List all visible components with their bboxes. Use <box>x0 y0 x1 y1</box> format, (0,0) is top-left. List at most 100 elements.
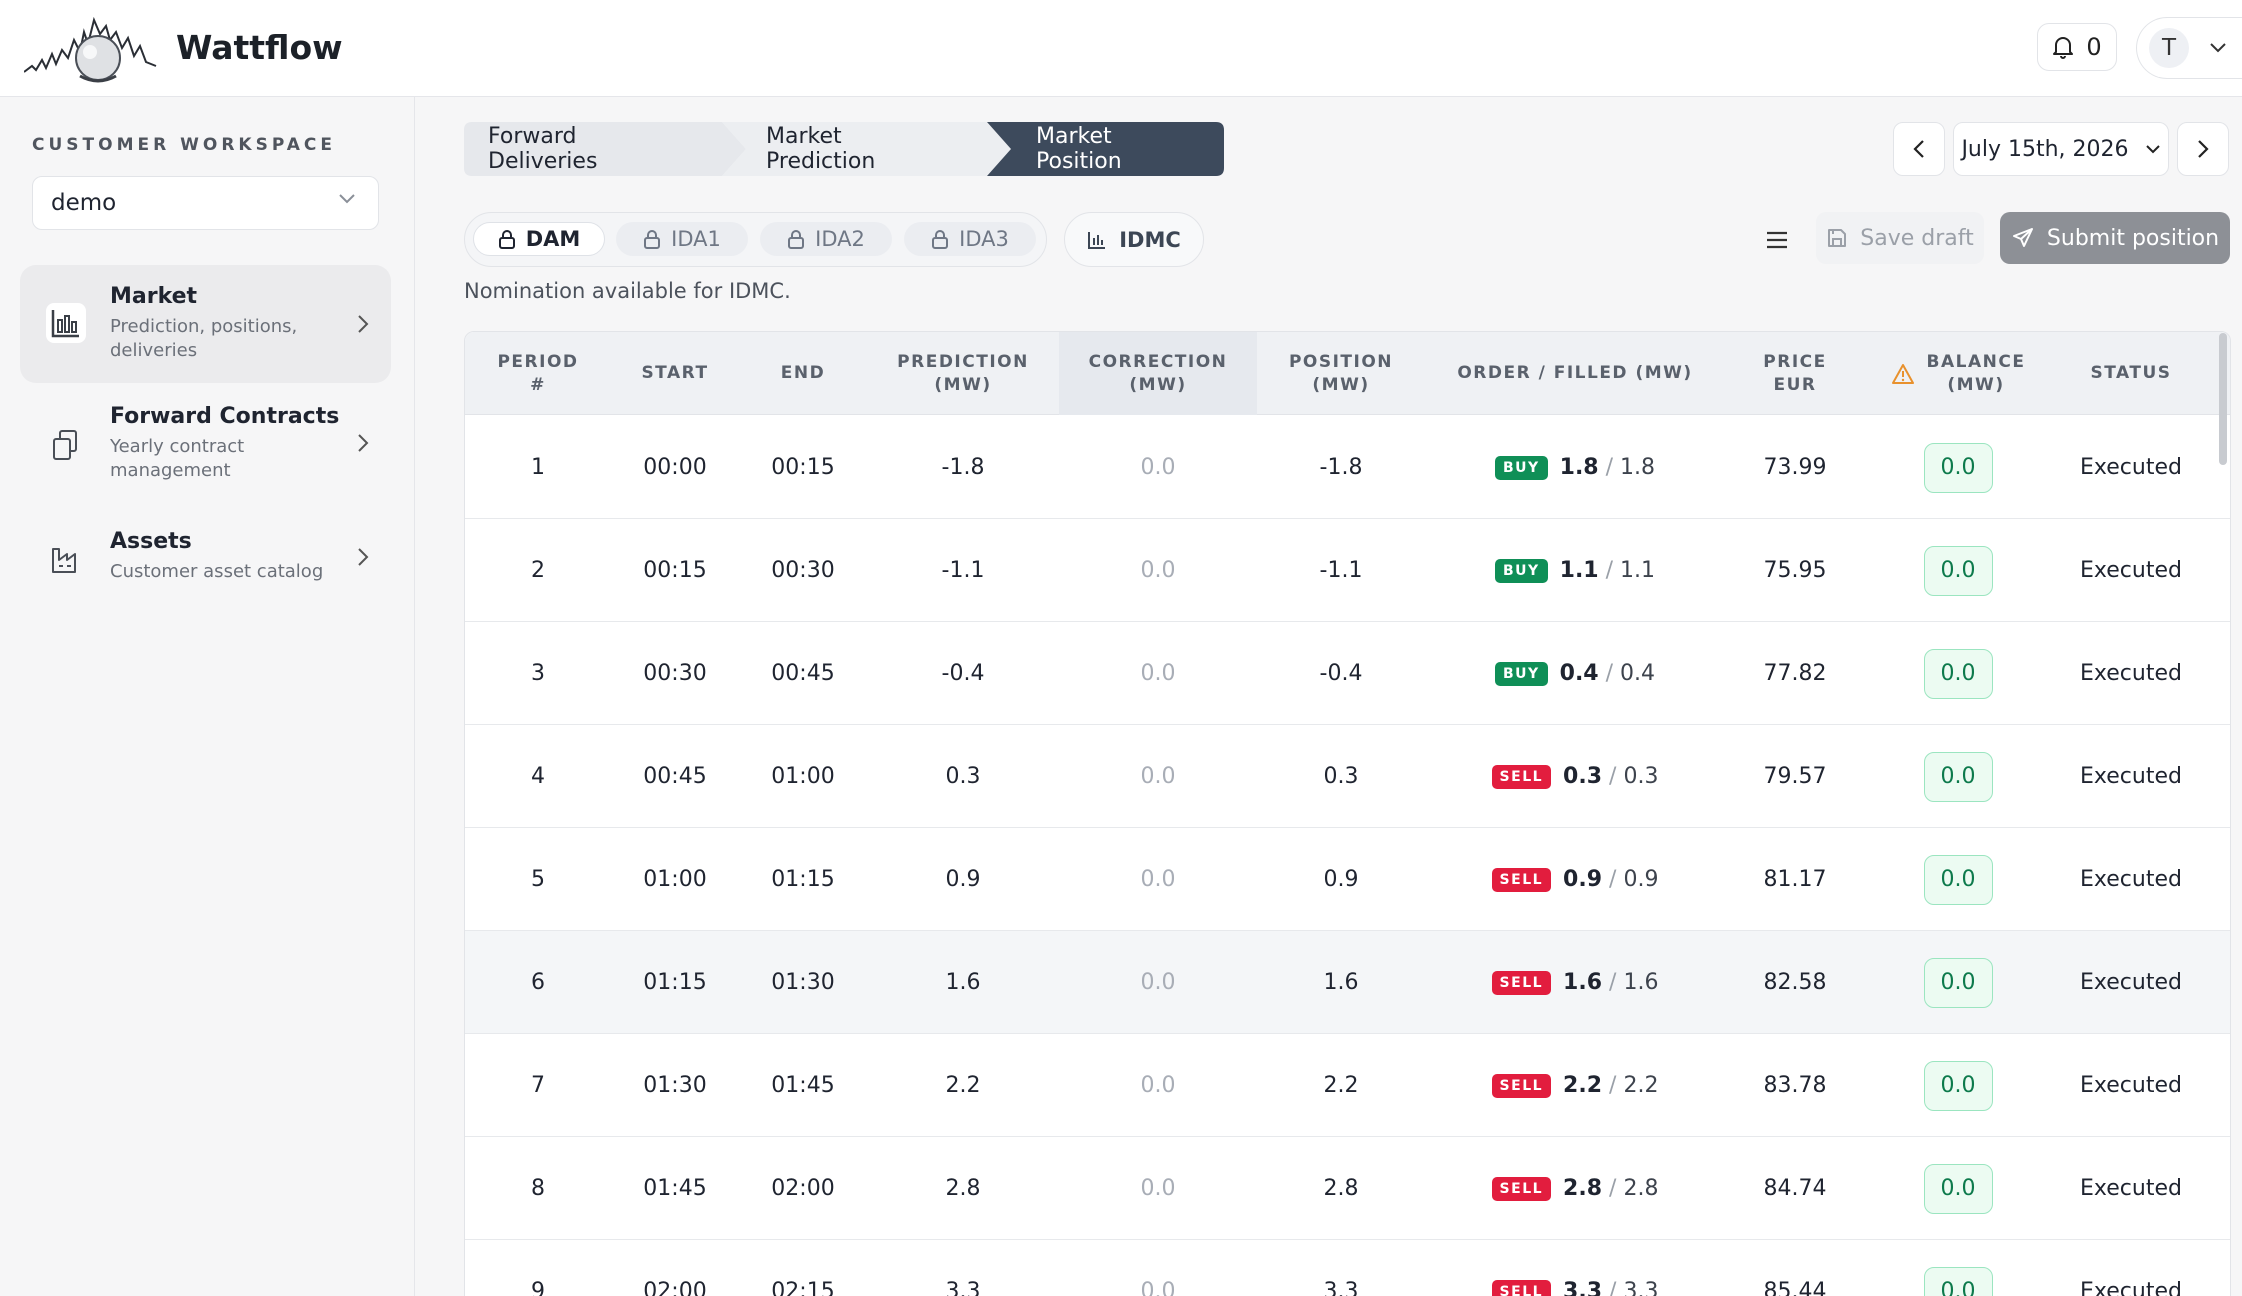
table-cell-prediction: 1.6 <box>945 970 981 995</box>
table-cell-position: 3.3 <box>1323 1279 1359 1296</box>
table-cell-correction: 0.0 <box>1140 1073 1176 1098</box>
breadcrumb-market-position[interactable]: Market Position <box>1036 122 1122 176</box>
table-cell-prediction: 2.8 <box>945 1176 981 1201</box>
sidebar-item-assets[interactable]: Assets Customer asset catalog <box>20 517 391 597</box>
table-scrollbar[interactable] <box>2219 333 2227 465</box>
order-separator: / <box>1605 455 1614 480</box>
lock-icon <box>644 230 661 249</box>
table-cell-position: 1.6 <box>1323 970 1359 995</box>
save-icon <box>1828 229 1847 247</box>
column-header-start[interactable]: START <box>611 332 739 415</box>
lock-icon <box>788 230 805 249</box>
notifications-button[interactable]: 0 <box>2037 23 2117 71</box>
bar-chart-icon <box>1088 231 1106 249</box>
breadcrumb-market-prediction[interactable]: Market Prediction <box>766 122 875 176</box>
filled-quantity: 0.3 <box>1623 764 1659 789</box>
table-cell-balance: 0.0 <box>1865 622 2051 725</box>
table-cell-price: 73.99 <box>1763 455 1827 480</box>
column-header-balance[interactable]: BALANCE (MW) <box>1865 332 2051 415</box>
date-navigator: July 15th, 2026 <box>1893 122 2229 176</box>
column-header-period[interactable]: PERIOD # <box>465 332 611 415</box>
table-cell-period: 5 <box>531 867 545 892</box>
table-cell-balance: 0.0 <box>1865 828 2051 931</box>
table-cell-status: Executed <box>2080 1176 2182 1201</box>
order-quantity: 2.8 <box>1563 1176 1603 1201</box>
date-picker[interactable]: July 15th, 2026 <box>1953 122 2169 176</box>
table-cell-end: 00:30 <box>771 558 835 583</box>
table-cell-price: 82.58 <box>1763 970 1827 995</box>
column-header-end[interactable]: END <box>739 332 867 415</box>
table-row[interactable]: 2 00:15 00:30 -1.1 0.0 -1.1 BUY 1.1/1.1 75.95 0.0… <box>465 519 2230 622</box>
tab-ida2[interactable]: IDA2 <box>760 222 892 256</box>
table-cell-order-filled: SELL 3.3 / 3.3 <box>1425 1240 1725 1296</box>
previous-date-button[interactable] <box>1893 122 1945 176</box>
balance-badge: 0.0 <box>1923 1060 1993 1111</box>
column-header-prediction[interactable]: PREDICTION (MW) <box>867 332 1059 415</box>
workspace-select[interactable]: demo <box>32 176 379 230</box>
order-quantity: 2.2 <box>1563 1073 1603 1098</box>
table-cell-correction: 0.0 <box>1140 970 1176 995</box>
filled-quantity: 1.8 <box>1620 455 1656 480</box>
table-cell-order-filled: SELL 2.2/2.2 <box>1425 1034 1725 1137</box>
table-cell-balance: 0.0 <box>1865 519 2051 622</box>
table-cell-end: 02:00 <box>771 1176 835 1201</box>
column-header-price[interactable]: PRICE EUR <box>1725 332 1865 415</box>
tab-label: IDA3 <box>959 227 1009 251</box>
next-date-button[interactable] <box>2177 122 2229 176</box>
table-row[interactable]: 3 00:30 00:45 -0.4 0.0 -0.4 BUY 0.4/0.4 77.82 0.0… <box>465 622 2230 725</box>
tab-ida3[interactable]: IDA3 <box>904 222 1036 256</box>
table-cell-prediction: 2.2 <box>945 1073 981 1098</box>
table-cell-balance: 0.0 <box>1865 1137 2051 1240</box>
balance-badge: 0.0 <box>1923 1163 1993 1214</box>
table-row[interactable]: 5 01:00 01:15 0.9 0.0 0.9 SELL 0.9/0.9 81.17 0.0 E… <box>465 828 2230 931</box>
table-cell-end: 00:15 <box>771 455 835 480</box>
user-menu-button[interactable]: T <box>2136 17 2242 79</box>
table-row[interactable]: 4 00:45 01:00 0.3 0.0 0.3 SELL 0.3/0.3 79.57 0.0 E… <box>465 725 2230 828</box>
table-row[interactable]: 8 01:45 02:00 2.8 0.0 2.8 SELL 2.8/2.8 84.74 0.0 E… <box>465 1137 2230 1240</box>
table-cell-correction: 0.0 <box>1140 1176 1176 1201</box>
sidebar: CUSTOMER WORKSPACE demo Market Predictio… <box>0 97 415 1296</box>
table-row[interactable]: 1 00:00 00:15 -1.8 0.0 -1.8 BUY 1.8/1.8 73.99 0.0… <box>465 416 2230 519</box>
sidebar-item-forward-contracts[interactable]: Forward Contracts Yearly contract manage… <box>20 393 391 493</box>
menu-icon[interactable] <box>1762 225 1792 255</box>
table-cell-period: 2 <box>531 558 545 583</box>
submit-position-button[interactable]: Submit position <box>2000 212 2230 264</box>
column-header-order-filled[interactable]: ORDER / FILLED (MW) <box>1425 332 1725 415</box>
balance-badge: 0.0 <box>1923 957 1993 1008</box>
filled-quantity: 2.8 <box>1623 1176 1659 1201</box>
table-row[interactable]: 9 02:00 02:15 3.3 0.0 3.3 SELL 3.3 / 3.3 85.44 0.0 E… <box>465 1240 2230 1296</box>
breadcrumb-forward-deliveries[interactable]: Forward Deliveries <box>488 122 597 176</box>
column-header-status[interactable]: STATUS <box>2051 332 2211 415</box>
sidebar-item-label: Assets <box>110 529 192 554</box>
table-cell-start: 00:15 <box>643 558 707 583</box>
table-cell-end: 01:30 <box>771 970 835 995</box>
order-separator: / <box>1605 661 1614 686</box>
table-cell-status: Executed <box>2080 867 2182 892</box>
column-header-correction[interactable]: CORRECTION (MW) <box>1059 332 1257 415</box>
table-row[interactable]: 6 01:15 01:30 1.6 0.0 1.6 SELL 1.6/1.6 82.58 0.0 E… <box>465 931 2230 1034</box>
table-cell-start: 01:45 <box>643 1176 707 1201</box>
table-cell-prediction: -0.4 <box>941 661 985 686</box>
tab-idmc[interactable]: IDMC <box>1064 212 1204 267</box>
table-cell-correction: 0.0 <box>1140 558 1176 583</box>
table-row[interactable]: 7 01:30 01:45 2.2 0.0 2.2 SELL 2.2/2.2 83.78 0.0 E… <box>465 1034 2230 1137</box>
order-separator: / <box>1609 1073 1617 1098</box>
table-header: PERIOD # START END PREDICTION (MW) CORRECT… <box>465 332 2230 415</box>
table-cell-prediction: 0.3 <box>945 764 981 789</box>
tab-label: IDMC <box>1119 227 1181 252</box>
order-separator: / <box>1609 764 1617 789</box>
tab-ida1[interactable]: IDA1 <box>616 222 748 256</box>
save-draft-button[interactable]: Save draft <box>1816 212 1984 264</box>
top-bar: Wattflow 0 T <box>0 0 2242 97</box>
tab-dam[interactable]: DAM <box>473 222 605 256</box>
table-cell-period: 1 <box>531 455 545 480</box>
nomination-notice: Nomination available for IDMC. <box>464 279 791 303</box>
sidebar-item-label: Market <box>110 284 198 309</box>
tab-label: IDA1 <box>671 227 721 251</box>
table-cell-prediction: 0.9 <box>945 867 981 892</box>
sidebar-item-market[interactable]: Market Prediction, positions, deliveries <box>20 265 391 383</box>
column-header-position[interactable]: POSITION (MW) <box>1257 332 1425 415</box>
bell-icon <box>2053 37 2074 59</box>
table-cell-order-filled: BUY 1.1/1.1 <box>1425 519 1725 622</box>
table-cell-price: 84.74 <box>1763 1176 1827 1201</box>
